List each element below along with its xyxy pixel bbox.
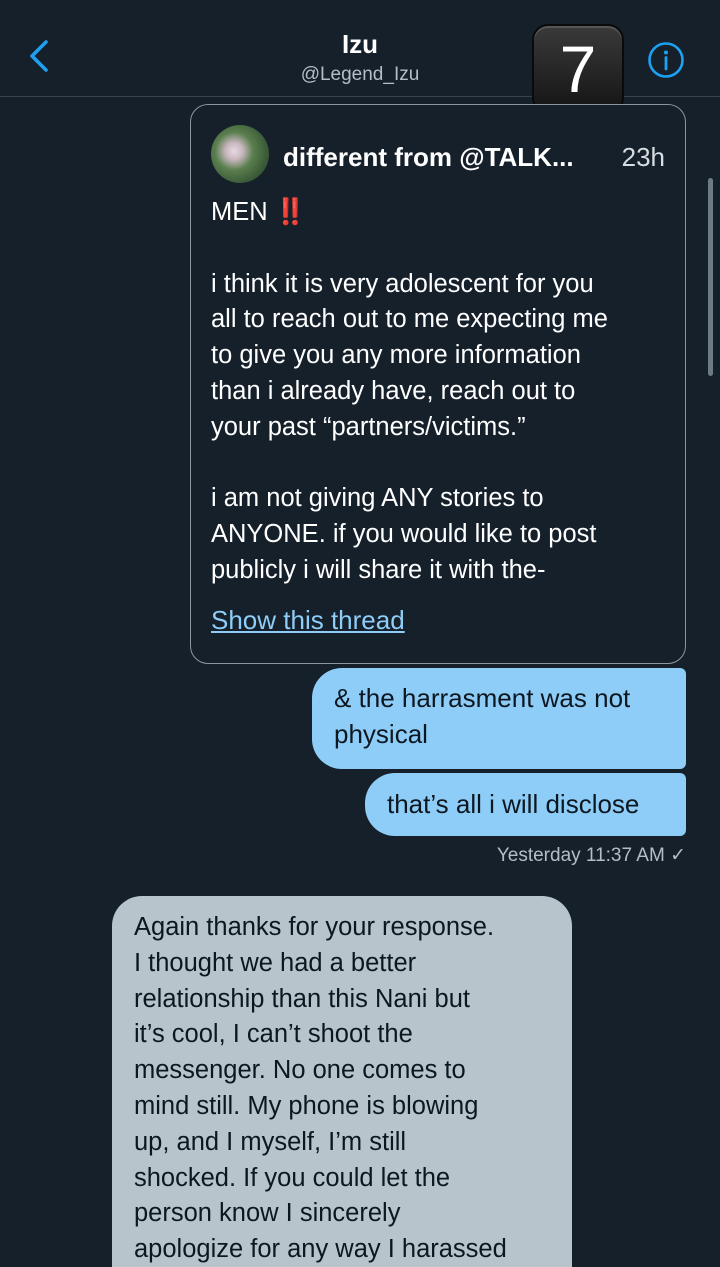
message-line: messenger. No one comes to bbox=[134, 1056, 466, 1085]
outgoing-message-bubble[interactable]: that’s all i will disclose bbox=[365, 773, 686, 836]
message-line: I thought we had a better bbox=[134, 948, 417, 977]
quoted-tweet-body: MEN ‼️ i think it is very adolescent for… bbox=[211, 195, 669, 589]
message-line: Again thanks for your response. bbox=[134, 913, 495, 941]
message-line: physical bbox=[334, 719, 428, 749]
quoted-tweet-men: MEN bbox=[211, 198, 268, 226]
author-avatar[interactable] bbox=[211, 125, 269, 183]
info-icon bbox=[648, 42, 684, 78]
quoted-tweet-line: all to reach out to me expecting me bbox=[211, 305, 608, 334]
show-thread-link[interactable]: Show this thread bbox=[211, 603, 405, 637]
quoted-tweet-line: your past “partners/victims.” bbox=[211, 412, 526, 441]
message-line: mind still. My phone is blowing bbox=[134, 1091, 479, 1120]
quoted-tweet-line: to give you any more information bbox=[211, 341, 581, 370]
info-button[interactable] bbox=[647, 41, 685, 79]
message-line: up, and I myself, I’m still bbox=[134, 1127, 407, 1156]
quoted-tweet-line: i am not giving ANY stories to bbox=[211, 484, 544, 513]
message-line: & the harrasment was not bbox=[334, 683, 631, 713]
outgoing-message-bubble[interactable]: & the harrasment was not physical bbox=[312, 668, 686, 769]
incoming-message-bubble[interactable]: Again thanks for your response. I though… bbox=[112, 896, 572, 1267]
message-line: apologize for any way I harassed bbox=[134, 1235, 507, 1264]
quoted-tweet-line: publicly i will share it with the- bbox=[211, 555, 546, 584]
quoted-tweet-time: 23h bbox=[621, 142, 665, 172]
quoted-tweet-line: than i already have, reach out to bbox=[211, 376, 576, 405]
conversation-header: Izu @Legend_Izu 7 bbox=[0, 0, 720, 114]
quoted-tweet-line: i think it is very adolescent for you bbox=[211, 269, 594, 298]
message-line: person know I sincerely bbox=[134, 1199, 401, 1228]
quoted-tweet-line: MEN ‼️ bbox=[211, 195, 669, 231]
message-line: that’s all i will disclose bbox=[387, 789, 640, 819]
quoted-tweet-author: different from @TALK... bbox=[283, 142, 574, 172]
message-timestamp-receipt: Yesterday 11:37 AM ✓ bbox=[496, 845, 686, 866]
quoted-tweet-header: different from @TALK... 23h bbox=[283, 141, 665, 173]
number-overlay-badge: 7 bbox=[532, 24, 624, 114]
message-line: relationship than this Nani but bbox=[134, 984, 470, 1013]
double-exclamation-emoji: ‼️ bbox=[274, 198, 307, 226]
quoted-tweet-line: ANYONE. if you would like to post bbox=[211, 520, 597, 549]
quoted-tweet-card[interactable]: different from @TALK... 23h MEN ‼️ i thi… bbox=[190, 104, 686, 664]
scrollbar[interactable] bbox=[708, 178, 713, 376]
message-line: shocked. If you could let the bbox=[134, 1163, 451, 1192]
message-line: it’s cool, I can’t shoot the bbox=[134, 1020, 413, 1049]
